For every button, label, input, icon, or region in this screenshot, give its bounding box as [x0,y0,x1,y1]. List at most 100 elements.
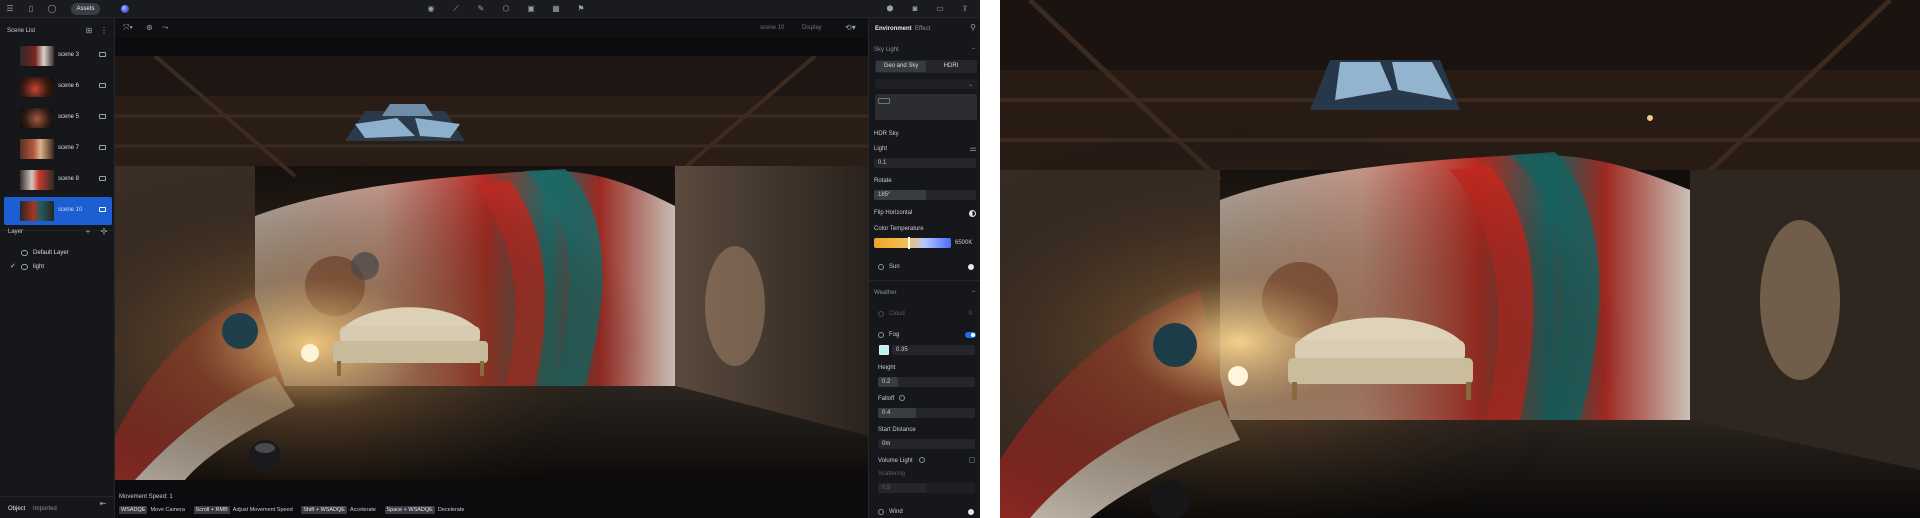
wind-label: Wind [889,509,903,515]
sliders-icon[interactable]: ⚌ [968,144,978,154]
file-icon[interactable]: ▯ [26,4,36,14]
fog-icon [878,332,884,338]
scene-item[interactable]: scene 3 [4,42,112,70]
scene-thumbnail [20,108,54,128]
chevron-up-icon[interactable]: ⌃ [971,290,976,297]
contrast-icon[interactable] [969,210,976,217]
geo-and-sky-button[interactable]: Geo and Sky [876,61,926,72]
chevron-up-icon[interactable]: ⌃ [971,47,976,54]
pin-icon[interactable]: ⚲ [968,23,978,33]
tab-effect[interactable]: Effect [915,26,930,32]
settings-icon[interactable]: ✣ [99,227,109,237]
menu-icon[interactable]: ☰ [5,4,15,14]
snap-icon[interactable]: ⊛ [146,23,153,32]
layer-title: Layer [8,229,24,235]
tab-environment[interactable]: Environment [875,26,912,32]
tool-icon[interactable]: ⟋ [451,4,461,14]
tab-object[interactable]: Object [8,506,25,512]
layer-label: light [33,264,45,270]
transform-icon[interactable]: ⤧▾ [123,23,133,33]
export-icon[interactable]: ⇪ [960,4,970,14]
camera-icon[interactable]: ◙ [910,4,920,14]
chevron-down-icon[interactable]: ⌄ [968,81,973,88]
eye-icon[interactable] [21,264,28,270]
rotate-value: 185° [878,192,891,198]
height-value: 0.2 [882,379,891,385]
add-layer-icon[interactable]: + [83,227,93,237]
light-input[interactable]: 0.1 [874,158,976,168]
fog-color-swatch[interactable] [879,345,889,355]
height-input[interactable]: 0.2 [878,377,975,387]
scattering-input[interactable]: 0.5 [878,483,975,493]
camera-icon[interactable] [99,176,106,181]
scene-item[interactable]: scene 8 [4,166,112,194]
ai-orb-icon[interactable] [121,5,129,13]
fog-density-input[interactable]: 0.35 [892,345,975,355]
gear-icon[interactable] [878,264,884,270]
wind-toggle[interactable] [968,509,974,515]
camera-icon[interactable] [99,145,106,150]
color-temperature-slider[interactable] [874,237,951,249]
key-hint-desc: Move Camera [150,507,185,513]
tab-imported[interactable]: Imported [33,506,57,512]
scattering-label: Scattering [878,471,906,477]
falloff-value: 0.4 [882,410,891,416]
rotate-input[interactable]: 185° [874,190,976,200]
light-icon[interactable]: ◉ [426,4,436,14]
viewport[interactable]: ⤧▾ ⊛ ⤳ scene 10 Display ⟲▾ Movement Spee… [115,18,868,518]
box-icon[interactable]: ▣ [526,4,536,14]
eye-icon[interactable] [21,250,28,256]
volume-light-checkbox[interactable] [969,457,975,463]
pivot-icon[interactable]: ⤳ [162,23,168,33]
hdri-preview[interactable] [875,94,977,120]
key-hint-desc: Adjust Movement Speed [232,507,293,513]
shape-icon[interactable]: ⬡ [501,4,511,14]
display-button[interactable]: Display [802,25,822,31]
layer-row[interactable]: Default Layer [4,246,112,260]
chat-icon[interactable]: ◯ [47,4,57,14]
falloff-label: Falloff [878,396,895,402]
start-distance-input[interactable]: 0m [878,439,975,449]
layer-row[interactable]: ✓ light [4,260,112,274]
collapse-icon[interactable]: ⇤ [98,499,108,509]
view-mode-icon[interactable]: ⟲▾ [845,23,856,32]
fog-toggle[interactable] [965,332,976,338]
scene-list-title: Scene List [7,28,36,34]
flag-icon[interactable]: ⚑ [576,4,586,14]
falloff-input[interactable]: 0.4 [878,408,975,418]
info-icon[interactable] [899,395,905,401]
scene-item[interactable]: scene 7 [4,135,112,163]
start-distance-label: Start Distance [878,427,916,433]
sun-label: Sun [889,264,900,270]
more-icon[interactable]: ⋮ [99,26,109,36]
key-hint-keys: Shift + WSADQE [301,506,347,514]
sun-toggle[interactable] [968,264,974,270]
slider-handle[interactable] [908,237,910,249]
add-scene-icon[interactable]: ⊞ [84,26,94,36]
assets-button[interactable]: Assets [71,3,100,15]
hdri-dropdown[interactable]: ⌄ [875,79,977,89]
divider [0,496,115,497]
cloud-icon [878,311,884,317]
info-icon[interactable] [919,457,925,463]
hdri-button[interactable]: HDRI [926,61,976,72]
cube-icon[interactable]: ⬢ [885,4,895,14]
scene-item[interactable]: scene 5 [4,104,112,132]
camera-icon[interactable] [99,114,106,119]
scene-thumbnail [20,139,54,159]
scene-item-selected[interactable]: scene 10 [4,197,112,225]
video-icon[interactable]: ▭ [935,4,945,14]
sky-light-heading: Sky Light [874,47,899,53]
weather-heading: Weather [874,290,897,296]
check-icon[interactable]: ✓ [10,262,16,270]
scene-item[interactable]: scene 6 [4,73,112,101]
camera-icon[interactable] [99,52,106,57]
grid-icon[interactable]: ▦ [551,4,561,14]
camera-icon[interactable] [99,83,106,88]
flip-horizontal-label: Flip Horizontal [874,210,913,216]
light-label: Light [874,146,888,152]
camera-icon[interactable] [99,207,106,212]
scattering-value: 0.5 [882,485,891,491]
key-hints: WSADQE Move Camera Scroll + RMB Adjust Mov… [119,506,471,514]
draw-icon[interactable]: ✎ [476,4,486,14]
